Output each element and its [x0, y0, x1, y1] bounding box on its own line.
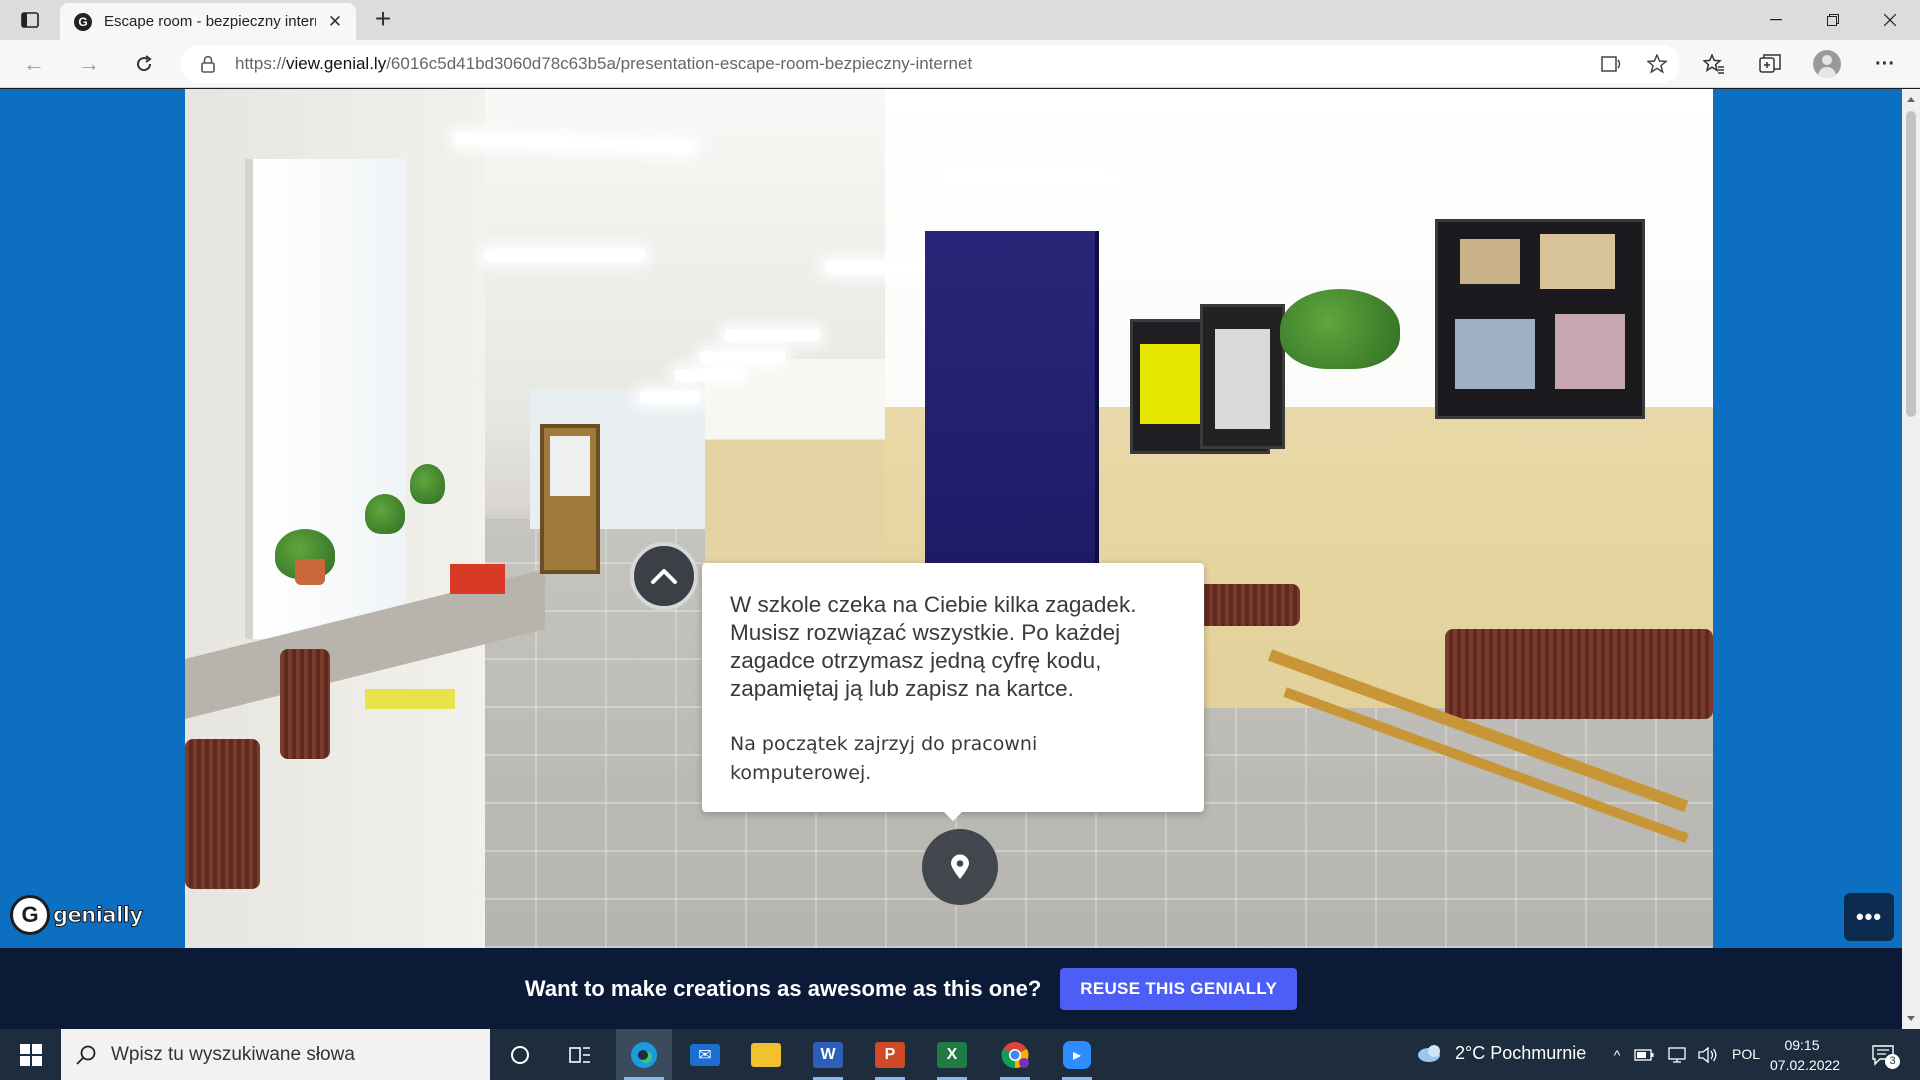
mail-icon[interactable]: ✉ — [677, 1029, 733, 1080]
reload-icon[interactable] — [127, 48, 161, 80]
more-menu-icon[interactable]: ··· — [1870, 49, 1900, 79]
immersive-reader-icon[interactable] — [1600, 53, 1624, 75]
map-pin-icon — [951, 854, 969, 879]
forward-arrow-icon[interactable]: → — [72, 48, 106, 80]
add-favorite-icon[interactable] — [1646, 53, 1670, 75]
promo-text: Want to make creations as awesome as thi… — [524, 975, 1042, 1001]
battery-icon[interactable] — [1633, 1045, 1655, 1065]
info-tooltip-card: W szkole czeka na Ciebie kilka zagadek. … — [702, 563, 1204, 821]
word-icon[interactable]: W — [800, 1029, 856, 1080]
back-arrow-icon[interactable]: ← — [17, 48, 51, 80]
taskbar-search-box[interactable]: Wpisz tu wyszukiwane słowa — [61, 1029, 490, 1080]
chrome-icon[interactable] — [987, 1029, 1043, 1080]
location-pin-button[interactable] — [922, 829, 998, 905]
new-tab-button[interactable]: + — [368, 5, 398, 35]
notification-count-badge: 3 — [1885, 1054, 1900, 1069]
favorites-icon[interactable] — [1699, 49, 1729, 79]
cortana-icon[interactable] — [492, 1029, 548, 1080]
start-button[interactable] — [8, 1029, 54, 1080]
address-bar[interactable]: https://view.genial.ly/6016c5d41bd3060d7… — [180, 45, 1680, 83]
card-sub-text: Na początek zajrzyj do pracowni komputer… — [730, 733, 1038, 784]
browser-tab-bar: G Escape room - bezpieczny intern ✕ + — [0, 0, 1920, 40]
page-scrollbar[interactable] — [1902, 89, 1920, 1029]
restore-window-icon[interactable] — [1805, 0, 1861, 40]
edge-taskbar-icon[interactable] — [616, 1029, 672, 1080]
chevron-up-icon — [651, 569, 677, 584]
windows-logo-icon — [20, 1043, 42, 1066]
cloudy-weather-icon[interactable] — [1416, 1043, 1446, 1063]
clock-date: 07.02.2022 — [1770, 1057, 1841, 1073]
task-view-icon[interactable] — [552, 1029, 608, 1080]
close-tab-icon[interactable]: ✕ — [324, 12, 346, 32]
browser-tab-active[interactable]: G Escape room - bezpieczny intern ✕ — [60, 3, 356, 40]
volume-icon[interactable] — [1697, 1045, 1719, 1065]
genially-viewport: W szkole czeka na Ciebie kilka zagadek. … — [0, 89, 1902, 1029]
windows-taskbar: Wpisz tu wyszukiwane słowa ✉ W P X ▸ 2°C… — [0, 1029, 1920, 1080]
chevron-up-tray-icon[interactable]: ^ — [1606, 1045, 1628, 1065]
tab-title: Escape room - bezpieczny intern — [104, 13, 316, 30]
weather-text[interactable]: 2°C Pochmurnie — [1455, 1043, 1586, 1064]
genially-logo-icon: G — [10, 895, 50, 935]
search-placeholder: Wpisz tu wyszukiwane słowa — [111, 1043, 355, 1065]
notifications-icon[interactable]: 3 — [1868, 1045, 1900, 1069]
powerpoint-icon[interactable]: P — [862, 1029, 918, 1080]
search-icon — [76, 1045, 96, 1065]
language-indicator[interactable]: POL — [1732, 1046, 1760, 1062]
collections-icon[interactable] — [1755, 49, 1785, 79]
profile-icon[interactable] — [1813, 50, 1841, 78]
clock[interactable]: 09:15 07.02.2022 — [1770, 1035, 1841, 1075]
navigate-up-button[interactable] — [630, 542, 698, 610]
card-main-text: W szkole czeka na Ciebie kilka zagadek. … — [730, 592, 1137, 701]
clock-time: 09:15 — [1784, 1037, 1820, 1053]
browser-address-row: ← → https://view.genial.ly/6016c5d41bd30… — [0, 40, 1920, 88]
zoom-icon[interactable]: ▸ — [1049, 1029, 1105, 1080]
excel-icon[interactable]: X — [924, 1029, 980, 1080]
file-explorer-icon[interactable] — [738, 1029, 794, 1080]
network-icon[interactable] — [1666, 1045, 1688, 1065]
tab-actions-icon[interactable] — [18, 10, 42, 30]
lock-icon[interactable] — [200, 55, 216, 73]
scroll-up-arrow-icon[interactable] — [1907, 97, 1915, 102]
scroll-down-arrow-icon[interactable] — [1907, 1016, 1915, 1021]
promo-bar: Want to make creations as awesome as thi… — [0, 948, 1902, 1029]
genially-favicon-icon: G — [74, 12, 92, 31]
minimize-window-icon[interactable] — [1748, 0, 1804, 40]
close-window-icon[interactable] — [1862, 0, 1918, 40]
genially-logo-text: genially — [53, 903, 144, 928]
reuse-genially-button[interactable]: REUSE THIS GENIALLY — [1060, 967, 1298, 1010]
scrollbar-thumb[interactable] — [1906, 111, 1916, 417]
genially-logo[interactable]: G genially — [10, 895, 144, 935]
url-text: https://view.genial.ly/6016c5d41bd3060d7… — [235, 54, 973, 73]
more-options-button[interactable]: ••• — [1844, 893, 1894, 941]
